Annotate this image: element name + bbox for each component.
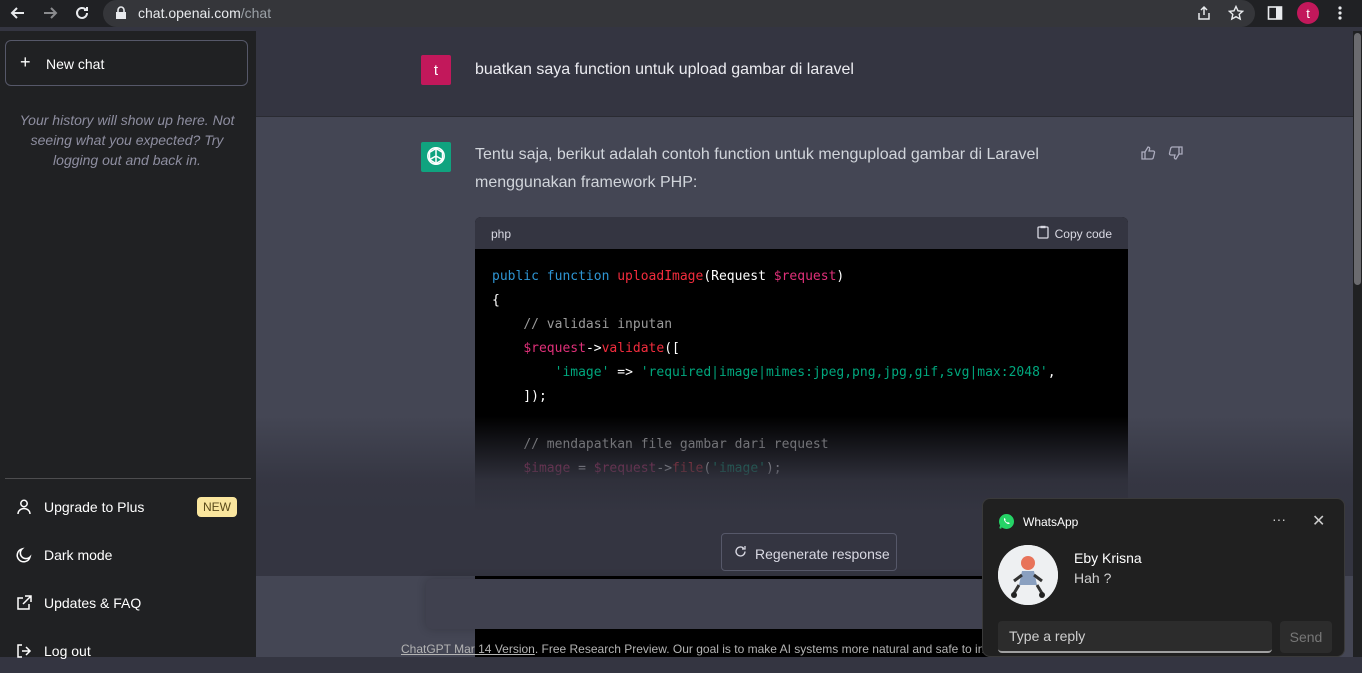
address-bar[interactable]: chat.openai.com/chat <box>103 0 1255 27</box>
sidebar-item-log-out[interactable]: Log out <box>5 629 251 673</box>
footer-disclaimer: ChatGPT Mar 14 Version. Free Research Pr… <box>401 642 998 656</box>
version-link[interactable]: ChatGPT Mar 14 Version <box>401 642 535 656</box>
side-panel-icon[interactable] <box>1265 3 1285 23</box>
whatsapp-icon <box>998 513 1015 530</box>
sidebar: + New chat Your history will show up her… <box>0 31 256 659</box>
openai-logo-icon <box>421 142 451 172</box>
assistant-message-text: Tentu saja, berikut adalah contoh functi… <box>475 146 1039 191</box>
code-language-label: php <box>491 227 512 241</box>
user-icon <box>15 498 33 516</box>
sidebar-item-updates-faq[interactable]: Updates & FAQ <box>5 581 251 625</box>
feedback-buttons <box>1140 145 1184 166</box>
moon-icon <box>15 546 33 564</box>
external-link-icon <box>15 594 33 612</box>
contact-avatar <box>998 545 1058 605</box>
new-chat-label: New chat <box>46 56 105 72</box>
thumbs-down-icon[interactable] <box>1168 145 1184 166</box>
regenerate-response-button[interactable]: Regenerate response <box>721 533 897 571</box>
more-options-icon[interactable]: ··· <box>1272 511 1286 527</box>
history-empty-note: Your history will show up here. Not seei… <box>19 112 235 168</box>
refresh-icon <box>734 545 747 561</box>
footer-text: . Free Research Preview. Our goal is to … <box>534 642 999 656</box>
notification-message: Hah ? <box>1074 570 1112 586</box>
lock-icon <box>115 6 127 25</box>
user-avatar: t <box>421 55 451 85</box>
whatsapp-notification: WhatsApp ··· ✕ Eby Krisna Hah ? Send <box>982 498 1345 657</box>
browser-toolbar: chat.openai.com/chat t <box>0 0 1362 27</box>
url-text: chat.openai.com/chat <box>138 5 272 21</box>
close-icon[interactable]: ✕ <box>1312 511 1325 531</box>
sidebar-item-label: Updates & FAQ <box>44 595 142 611</box>
sidebar-item-dark-mode[interactable]: Dark mode <box>5 533 251 577</box>
new-chat-button[interactable]: + New chat <box>5 40 248 86</box>
thumbs-up-icon[interactable] <box>1140 145 1156 166</box>
reload-icon[interactable] <box>72 3 92 23</box>
sidebar-divider <box>5 478 251 479</box>
copy-code-label: Copy code <box>1054 226 1112 241</box>
code-block-header: php Copy code <box>475 217 1128 249</box>
regenerate-label: Regenerate response <box>755 546 890 562</box>
notification-app-name: WhatsApp <box>1023 515 1079 529</box>
scrollbar-thumb[interactable] <box>1354 33 1361 285</box>
sidebar-item-label: Upgrade to Plus <box>44 499 145 515</box>
logout-icon <box>15 642 33 660</box>
sidebar-item-upgrade[interactable]: Upgrade to Plus NEW <box>5 485 251 529</box>
kebab-menu-icon[interactable] <box>1330 3 1350 23</box>
back-arrow-icon[interactable] <box>8 3 28 23</box>
page-scrollbar[interactable] <box>1353 31 1362 657</box>
copy-code-button[interactable]: Copy code <box>1036 225 1112 242</box>
bookmark-star-icon[interactable] <box>1226 3 1246 23</box>
new-badge: NEW <box>197 497 237 517</box>
profile-avatar[interactable]: t <box>1297 2 1319 24</box>
plus-icon: + <box>20 52 31 72</box>
reply-input[interactable] <box>998 621 1272 653</box>
user-message-text: buatkan saya function untuk upload gamba… <box>475 61 854 78</box>
send-button[interactable]: Send <box>1280 621 1332 653</box>
user-message-row: t buatkan saya function untuk upload gam… <box>256 31 1353 117</box>
share-icon[interactable] <box>1194 3 1214 23</box>
sidebar-item-label: Dark mode <box>44 547 113 563</box>
forward-arrow-icon[interactable] <box>40 3 60 23</box>
clipboard-icon <box>1036 225 1049 242</box>
contact-name: Eby Krisna <box>1074 550 1142 566</box>
